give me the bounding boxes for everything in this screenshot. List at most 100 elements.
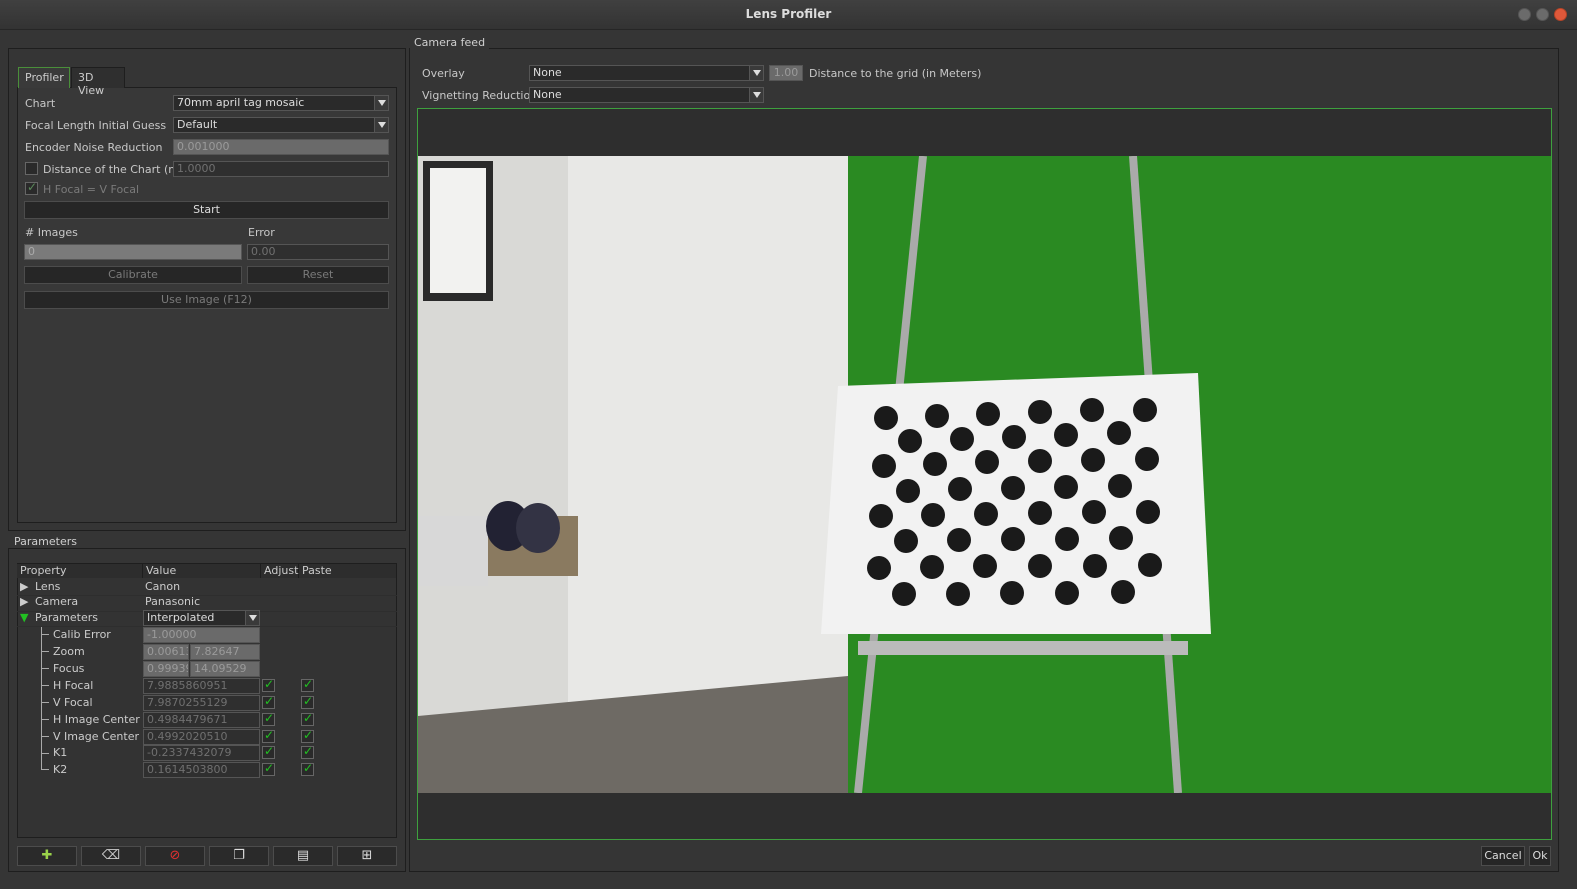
k1-paste-checkbox[interactable] (301, 744, 314, 759)
k1-label: K1 (53, 746, 68, 759)
tree-row-lens[interactable] (17, 579, 397, 596)
k1-value: -0.2337432079 (143, 745, 260, 761)
images-label: # Images (25, 226, 78, 239)
maximize-icon[interactable] (1536, 8, 1549, 21)
v-image-center-label: V Image Center (53, 730, 139, 743)
chevron-down-icon (749, 66, 763, 80)
overlay-label: Overlay (422, 67, 465, 80)
tree-branch (41, 651, 49, 652)
hfocal-label: H Focal = V Focal (43, 183, 140, 196)
camera-value: Panasonic (145, 595, 201, 608)
distance-input[interactable]: 1.0000 (173, 161, 389, 177)
h-focal-label: H Focal (53, 679, 94, 692)
parameters-label: Parameters (35, 611, 98, 624)
ok-button[interactable]: Ok (1529, 846, 1551, 866)
header-adjust[interactable]: Adjust (261, 564, 299, 578)
focal-guess-select[interactable]: Default (173, 117, 389, 133)
calibrate-button[interactable]: Calibrate (24, 266, 242, 284)
h-image-center-paste-checkbox[interactable] (301, 711, 314, 726)
tree-branch (41, 634, 49, 635)
zoom-value-2: 7.82647 (190, 644, 260, 660)
header-value[interactable]: Value (143, 564, 261, 578)
chevron-down-icon (374, 118, 388, 132)
expand-arrow-icon[interactable]: ▶ (20, 595, 28, 608)
zoom-label: Zoom (53, 645, 85, 658)
tree-line (41, 627, 42, 769)
encoder-input[interactable]: 0.001000 (173, 139, 389, 155)
start-button[interactable]: Start (24, 201, 389, 219)
images-count: 0 (24, 244, 242, 260)
erase-icon[interactable]: ⌫ (81, 846, 141, 866)
minimize-icon[interactable] (1518, 8, 1531, 21)
v-image-center-adjust-checkbox[interactable] (262, 728, 275, 743)
use-image-button[interactable]: Use Image (F12) (24, 291, 389, 309)
zoom-value-1: 0.00613 (143, 644, 189, 660)
focal-guess-value: Default (177, 118, 218, 131)
v-focal-value: 7.9870255129 (143, 695, 260, 711)
grid-icon[interactable]: ⊞ (337, 846, 397, 866)
parameters-mode-select[interactable]: Interpolated (143, 610, 260, 626)
h-image-center-adjust-checkbox[interactable] (262, 711, 275, 726)
calib-error-label: Calib Error (53, 628, 111, 641)
h-image-center-value: 0.4984479671 (143, 712, 260, 728)
focus-value-1: 0.99939 (143, 661, 189, 677)
grid-distance-label: Distance to the grid (in Meters) (809, 67, 982, 80)
tree-branch (41, 769, 49, 770)
error-value: 0.00 (247, 244, 389, 260)
chart-label: Chart (25, 97, 56, 110)
plus-icon[interactable]: ✚ (17, 846, 77, 866)
copy-icon[interactable]: ❐ (209, 846, 269, 866)
v-image-center-value: 0.4992020510 (143, 729, 260, 745)
chart-select-value: 70mm april tag mosaic (177, 96, 305, 109)
overlay-value: None (533, 66, 562, 79)
tab-3d-view-label: 3D View (78, 71, 105, 97)
paste-icon[interactable]: ▤ (273, 846, 333, 866)
v-focal-label: V Focal (53, 696, 93, 709)
camera-image (418, 156, 1551, 793)
close-icon[interactable] (1554, 8, 1567, 21)
overlay-select[interactable]: None (529, 65, 764, 81)
tree-branch (41, 736, 49, 737)
header-property[interactable]: Property (17, 564, 143, 578)
lens-label: Lens (35, 580, 61, 593)
cancel-button[interactable]: Cancel (1481, 846, 1525, 866)
window-title: Lens Profiler (745, 7, 832, 21)
tree-branch (41, 668, 49, 669)
expand-arrow-icon[interactable]: ▶ (20, 580, 28, 593)
tree-branch (41, 685, 49, 686)
hfocal-checkbox[interactable] (25, 180, 38, 195)
tab-profiler-label: Profiler (25, 71, 64, 84)
tab-3d-view[interactable]: 3D View (71, 67, 125, 97)
k1-adjust-checkbox[interactable] (262, 744, 275, 759)
tree-branch (41, 753, 49, 754)
h-focal-adjust-checkbox[interactable] (262, 677, 275, 692)
tree-branch (41, 702, 49, 703)
focal-guess-label: Focal Length Initial Guess (25, 119, 167, 132)
v-focal-adjust-checkbox[interactable] (262, 694, 275, 709)
chevron-down-icon (245, 611, 259, 625)
v-focal-paste-checkbox[interactable] (301, 694, 314, 709)
tab-profiler[interactable]: Profiler (18, 67, 70, 88)
chevron-down-icon (749, 88, 763, 102)
k2-adjust-checkbox[interactable] (262, 761, 275, 776)
calib-error-value: -1.00000 (143, 627, 260, 643)
v-image-center-paste-checkbox[interactable] (301, 728, 314, 743)
reset-button[interactable]: Reset (247, 266, 389, 284)
k2-paste-checkbox[interactable] (301, 761, 314, 776)
h-image-center-label: H Image Center (53, 713, 140, 726)
grid-distance-input[interactable]: 1.00 (769, 65, 803, 81)
parameters-mode-value: Interpolated (147, 611, 215, 624)
stop-icon[interactable]: ⊘ (145, 846, 205, 866)
header-paste[interactable]: Paste (299, 564, 397, 578)
h-focal-value: 7.9885860951 (143, 678, 260, 694)
camera-label: Camera (35, 595, 79, 608)
h-focal-paste-checkbox[interactable] (301, 677, 314, 692)
camera-feed-group-title: Camera feed (410, 36, 490, 49)
vignetting-select[interactable]: None (529, 87, 764, 103)
focus-label: Focus (53, 662, 85, 675)
chart-select[interactable]: 70mm april tag mosaic (173, 95, 389, 111)
distance-label: Distance of the Chart (m) (43, 163, 184, 176)
vignetting-label: Vignetting Reduction (422, 89, 538, 102)
collapse-arrow-icon[interactable]: ▼ (20, 611, 28, 624)
distance-checkbox[interactable] (25, 162, 38, 175)
